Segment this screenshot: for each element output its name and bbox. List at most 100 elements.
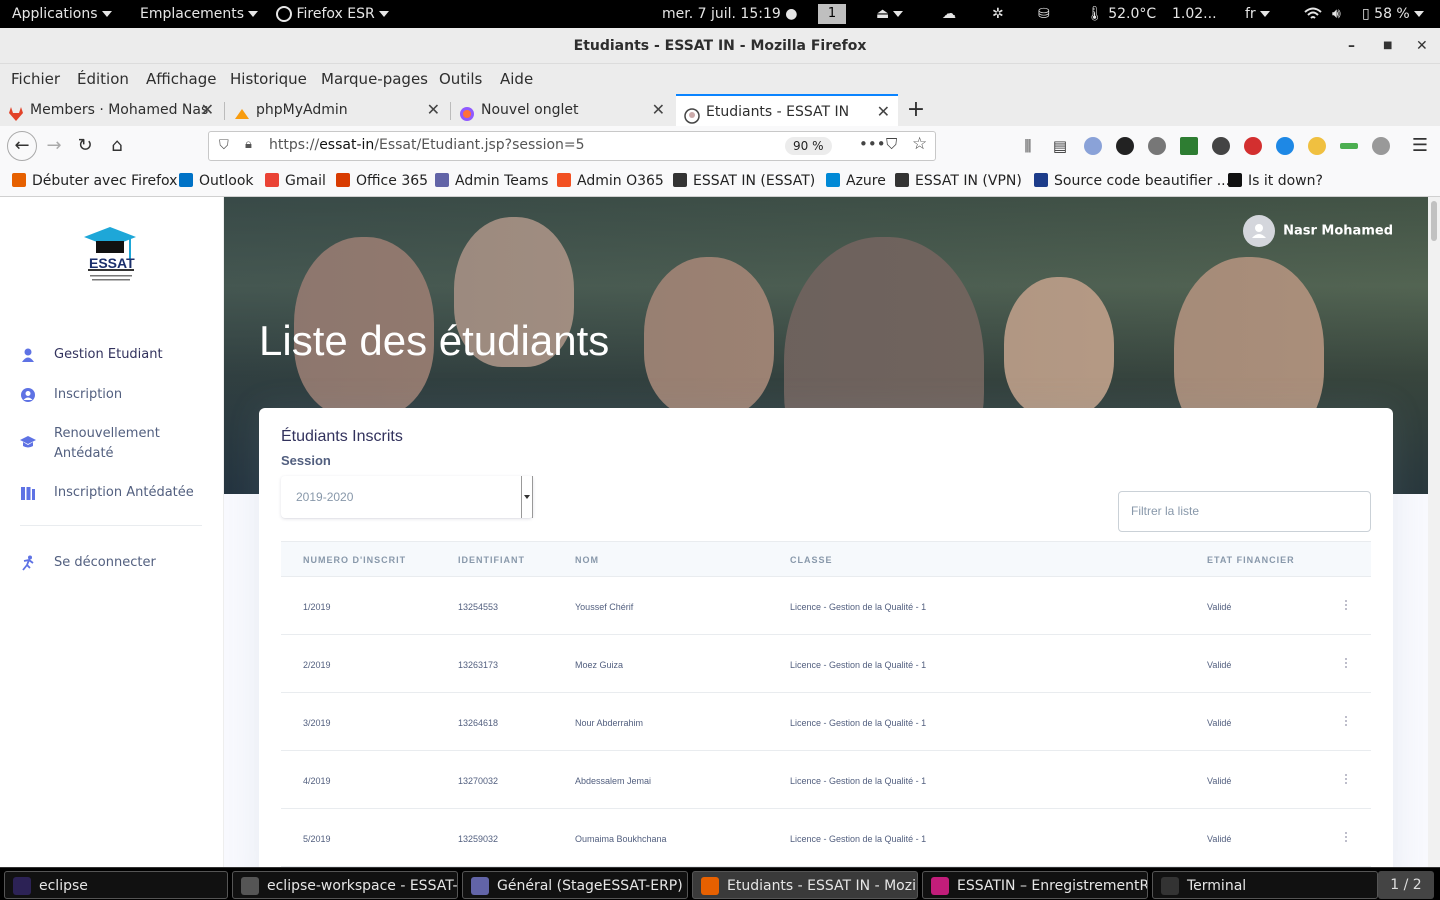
bookmark-debuter-firefox[interactable]: Débuter avec Firefox (12, 173, 177, 189)
workspace-switcher[interactable]: 1 / 2 (1378, 871, 1434, 899)
bookmark-is-it-down[interactable]: Is it down? (1228, 173, 1323, 189)
drive-icon[interactable]: ⛁ (1038, 0, 1050, 28)
chevron-down-icon[interactable] (521, 476, 533, 518)
bookmark-admin-o365[interactable]: Admin O365 (557, 173, 664, 189)
bookmark-essat-in[interactable]: ESSAT IN (ESSAT) (673, 173, 815, 189)
column-header-nom[interactable]: Nom (575, 542, 599, 578)
bookmark-star-icon[interactable]: ☆ (912, 134, 927, 154)
column-header-numero[interactable]: Numero d'inscrit (303, 542, 406, 578)
sidebar-item-inscription[interactable]: Inscription (20, 385, 210, 405)
table-row[interactable]: 1/2019 13254553 Youssef Chérif Licence -… (281, 577, 1371, 635)
menu-marque-pages[interactable]: Marque-pages (321, 70, 428, 88)
scrollbar-thumb[interactable] (1431, 201, 1437, 241)
task-firefox[interactable]: Etudiants - ESSAT IN - Mozil... (692, 871, 918, 899)
essat-logo[interactable]: ESSAT (80, 225, 140, 291)
adblock-icon[interactable] (1244, 137, 1262, 155)
new-tab-button[interactable]: + (900, 94, 932, 126)
extension-gnome-icon[interactable] (1116, 137, 1134, 155)
table-row[interactable]: 3/2019 13264618 Nour Abderrahim Licence … (281, 693, 1371, 751)
table-row[interactable]: 2/2019 13263173 Moez Guiza Licence - Ges… (281, 635, 1371, 693)
close-icon[interactable]: ✕ (201, 94, 214, 126)
column-header-etat-financier[interactable]: Etat financier (1207, 542, 1295, 578)
temperature-indicator[interactable]: 🌡︎ 52.0°C (1086, 0, 1156, 28)
sidebar-icon[interactable]: ▤ (1048, 134, 1072, 158)
bookmark-admin-teams[interactable]: Admin Teams (435, 173, 548, 189)
menu-historique[interactable]: Historique (230, 70, 307, 88)
task-terminal[interactable]: Terminal (1152, 871, 1378, 899)
bookmark-gmail[interactable]: Gmail (265, 173, 326, 189)
extension-avatar-icon[interactable] (1084, 137, 1102, 155)
row-actions-icon[interactable] (1343, 599, 1349, 613)
extension-gamepad-icon[interactable] (1212, 137, 1230, 155)
shield-icon[interactable]: ⛉ (219, 138, 229, 153)
url-bar[interactable]: ⛉ 🔒︎ https://essat-in/Essat/Etudiant.jsp… (208, 131, 936, 161)
sidebar-item-gestion-etudiant[interactable]: Gestion Etudiant (20, 345, 210, 365)
row-actions-icon[interactable] (1343, 715, 1349, 729)
filter-input[interactable]: Filtrer la liste (1118, 491, 1371, 532)
extension-pencil-icon[interactable] (1308, 137, 1326, 155)
battery-indicator[interactable]: ▯ 58 % (1362, 0, 1424, 28)
weather-icon[interactable]: ☁ (942, 0, 956, 28)
column-header-classe[interactable]: Classe (790, 542, 833, 578)
row-actions-icon[interactable] (1343, 831, 1349, 845)
tab-members[interactable]: Members · Mohamed Nas ✕ (0, 94, 222, 126)
pocket-icon[interactable]: ⛉ (886, 135, 897, 153)
task-intellij[interactable]: ESSATIN – EnregistrementR... (922, 871, 1148, 899)
tab-new-tab[interactable]: Nouvel onglet ✕ (451, 94, 673, 126)
extension-tag-icon[interactable] (1180, 137, 1198, 155)
sidebar-item-logout[interactable]: Se déconnecter (20, 553, 210, 573)
workspace-indicator[interactable]: 1 (818, 0, 846, 28)
extension-download-icon[interactable] (1148, 137, 1166, 155)
menu-edition[interactable]: Édition (77, 70, 129, 88)
bookmark-essat-vpn[interactable]: ESSAT IN (VPN) (895, 173, 1022, 189)
sidebar-item-renouvellement[interactable]: Renouvellement Antédaté (20, 424, 210, 464)
url-text[interactable]: https://essat-in/Essat/Etudiant.jsp?sess… (269, 137, 585, 153)
hamburger-menu-icon[interactable]: ☰ (1408, 134, 1432, 158)
column-header-identifiant[interactable]: Identifiant (458, 542, 525, 578)
lock-icon[interactable]: 🔒︎ (245, 137, 252, 152)
tab-etudiants[interactable]: Etudiants - ESSAT IN ✕ (676, 94, 898, 126)
maximize-icon[interactable]: ■ (1383, 28, 1392, 64)
bookmark-code-beautifier[interactable]: Source code beautifier ... (1034, 173, 1230, 189)
reload-button[interactable]: ↻ (73, 134, 97, 158)
zoom-indicator[interactable]: 90 % (785, 137, 832, 155)
user-menu[interactable]: Nasr Mohamed (1243, 215, 1393, 248)
extension-rainbow-icon[interactable] (1340, 143, 1358, 149)
bookmark-azure[interactable]: Azure (826, 173, 886, 189)
home-button[interactable]: ⌂ (105, 134, 129, 158)
clock[interactable]: mer. 7 juil. 15:19 ● (662, 0, 797, 28)
close-icon[interactable]: ✕ (427, 94, 440, 126)
menu-fichier[interactable]: Fichier (11, 70, 60, 88)
library-icon[interactable]: ⫼ (1016, 134, 1040, 158)
session-select[interactable]: 2019-2020 (281, 476, 533, 518)
close-icon[interactable]: ✕ (1416, 28, 1428, 64)
extension-globe-icon[interactable] (1276, 137, 1294, 155)
task-teams[interactable]: Général (StageESSAT-ERP) | ... (462, 871, 688, 899)
close-icon[interactable]: ✕ (652, 94, 665, 126)
bookmark-office365[interactable]: Office 365 (336, 173, 428, 189)
row-actions-icon[interactable] (1343, 657, 1349, 671)
firefox-app-menu[interactable]: Firefox ESR (276, 0, 389, 28)
task-eclipse-workspace[interactable]: eclipse-workspace - ESSAT-... (232, 871, 458, 899)
page-scrollbar[interactable] (1428, 197, 1440, 867)
extension-gear-icon[interactable] (1372, 137, 1390, 155)
bookmark-outlook[interactable]: Outlook (179, 173, 254, 189)
apps-icon[interactable]: ✲ (992, 0, 1004, 28)
more-actions-icon[interactable]: ••• (859, 135, 886, 153)
menu-outils[interactable]: Outils (439, 70, 482, 88)
task-eclipse[interactable]: eclipse (4, 871, 228, 899)
places-menu[interactable]: Emplacements (140, 0, 259, 28)
back-button[interactable]: ← (7, 131, 37, 161)
language-menu[interactable]: fr (1245, 0, 1270, 28)
volume-icon[interactable]: 🔊︎ (1332, 0, 1341, 28)
close-icon[interactable]: ✕ (877, 96, 890, 126)
wifi-icon[interactable] (1304, 0, 1322, 28)
menu-aide[interactable]: Aide (500, 70, 533, 88)
cpu-indicator[interactable]: 1.02... (1172, 0, 1217, 28)
forward-button[interactable]: → (42, 134, 66, 158)
tab-phpmyadmin[interactable]: phpMyAdmin ✕ (226, 94, 448, 126)
menu-affichage[interactable]: Affichage (146, 70, 216, 88)
applications-menu[interactable]: Applications (12, 0, 112, 28)
eject-menu[interactable]: ⏏ (876, 0, 904, 28)
table-row[interactable]: 4/2019 13270032 Abdessalem Jemai Licence… (281, 751, 1371, 809)
